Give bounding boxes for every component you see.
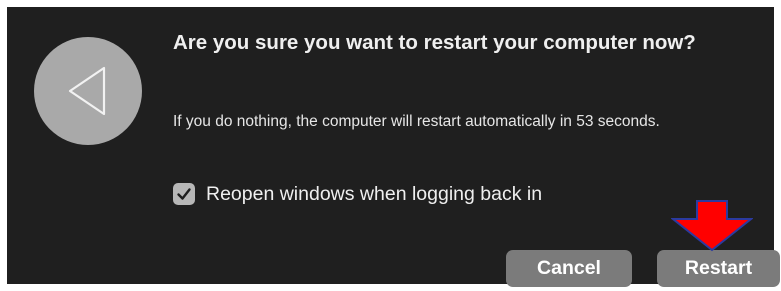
restart-dialog: Are you sure you want to restart your co… bbox=[0, 0, 781, 291]
reopen-windows-label: Reopen windows when logging back in bbox=[206, 182, 543, 205]
checkmark-icon bbox=[177, 188, 191, 200]
dialog-message: If you do nothing, the computer will res… bbox=[173, 113, 660, 130]
reopen-windows-checkbox[interactable] bbox=[173, 183, 195, 205]
restart-button[interactable]: Restart bbox=[657, 250, 780, 287]
app-icon bbox=[34, 37, 142, 145]
dialog-title: Are you sure you want to restart your co… bbox=[173, 31, 696, 54]
red-down-arrow-icon bbox=[671, 200, 753, 252]
reopen-windows-checkbox-row[interactable]: Reopen windows when logging back in bbox=[173, 180, 542, 208]
cancel-button[interactable]: Cancel bbox=[506, 250, 632, 287]
back-triangle-icon bbox=[68, 66, 106, 116]
